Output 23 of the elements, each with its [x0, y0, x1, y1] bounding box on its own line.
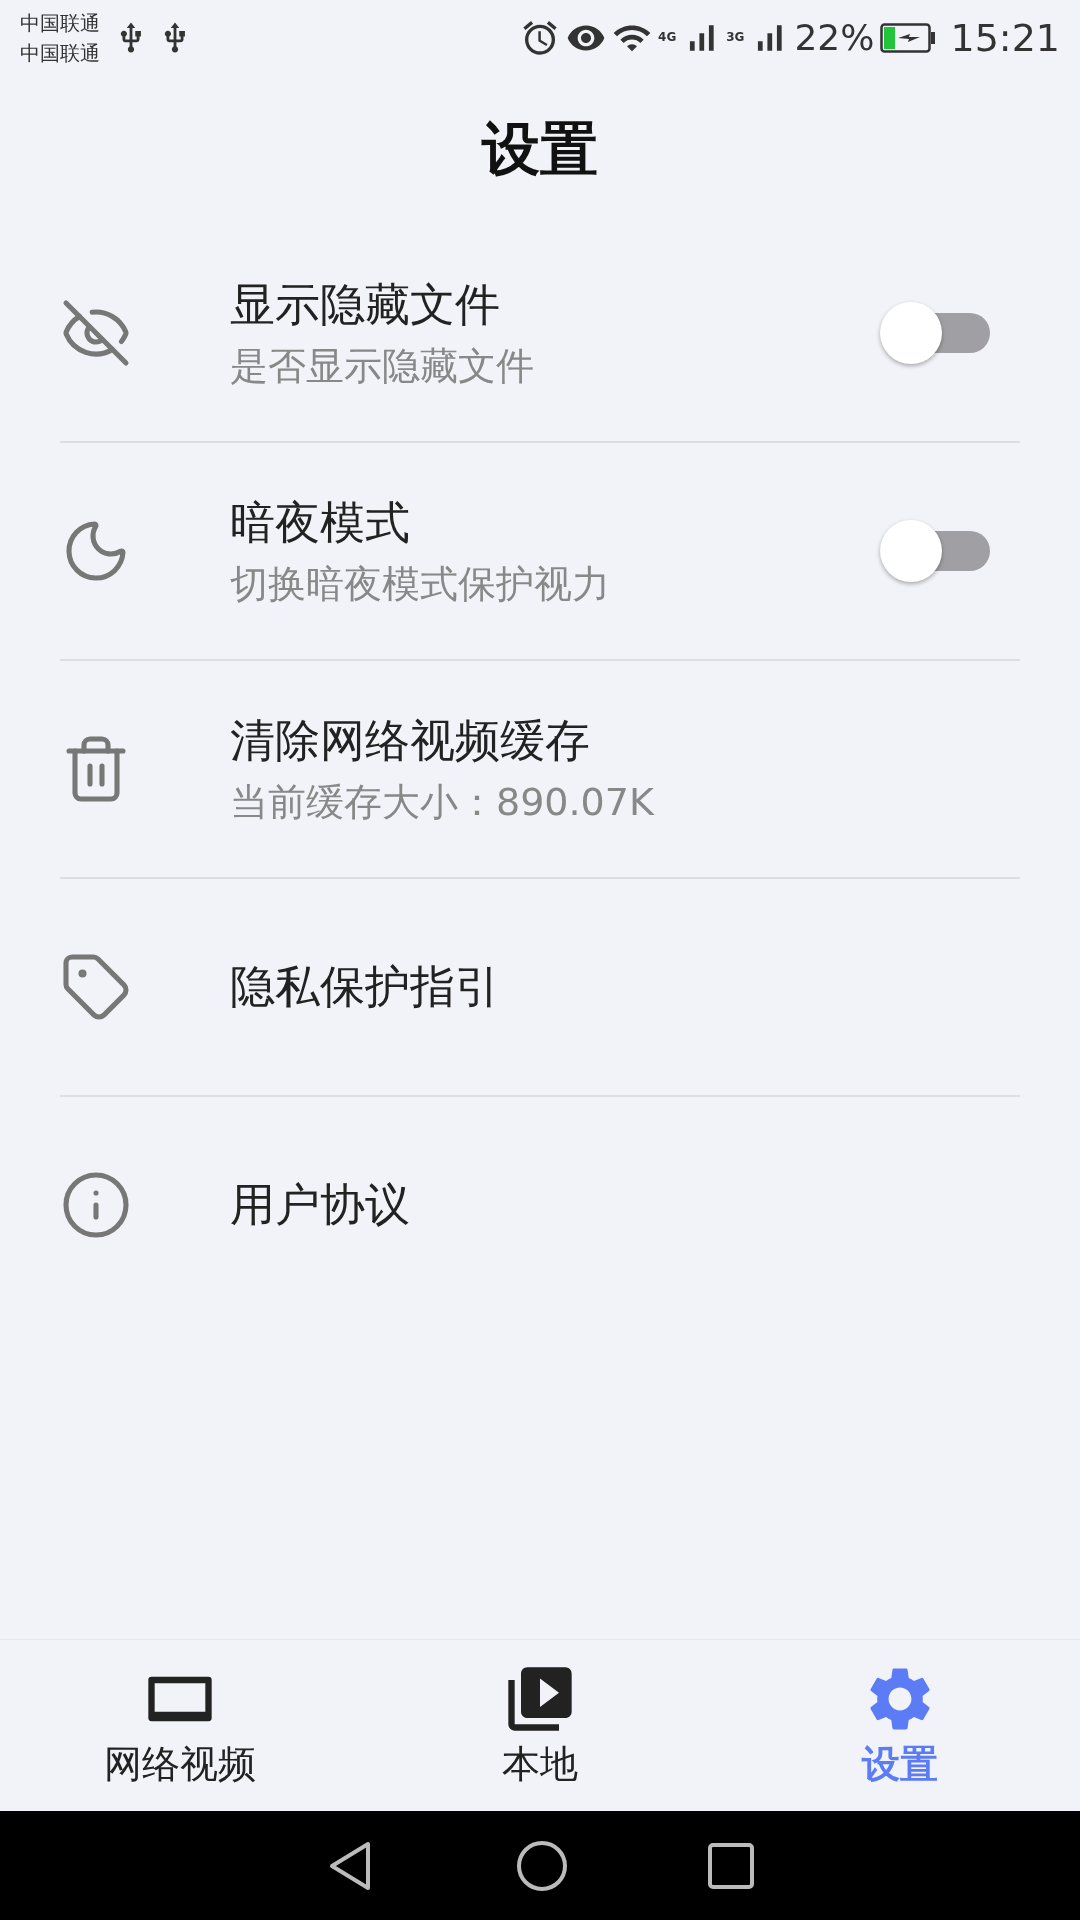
- carrier-name: 中国联通: [20, 9, 100, 37]
- setting-subtitle: 是否显示隐藏文件: [230, 342, 535, 390]
- carrier-name: 中国联通: [20, 39, 100, 67]
- setting-subtitle: 当前缓存大小：890.07K: [230, 778, 656, 826]
- setting-title[interactable]: 隐私保护指引: [230, 957, 1020, 1017]
- setting-title[interactable]: 显示隐藏文件: [230, 274, 880, 335]
- network-type: 4G: [658, 29, 677, 44]
- network-type: 3G: [726, 29, 745, 44]
- nav-tab[interactable]: 网络视频: [0, 1640, 360, 1811]
- setting-title[interactable]: 暗夜模式: [230, 492, 880, 553]
- home-icon[interactable]: [516, 1839, 568, 1892]
- recents-icon[interactable]: [708, 1842, 754, 1889]
- page-title: 设置: [482, 114, 598, 185]
- battery-icon: [880, 22, 937, 53]
- battery-percent: 22%: [794, 17, 875, 58]
- toggle-switch[interactable]: [880, 519, 990, 583]
- setting-title[interactable]: 用户协议: [230, 1175, 1020, 1235]
- clock: 15:21: [950, 15, 1060, 60]
- setting-subtitle: 切换暗夜模式保护视力: [230, 560, 611, 608]
- nav-tab[interactable]: 本地: [360, 1640, 720, 1811]
- info-icon: [60, 1169, 132, 1241]
- toggle-switch[interactable]: [880, 301, 990, 365]
- setting-title[interactable]: 清除网络视频缓存: [230, 710, 1020, 771]
